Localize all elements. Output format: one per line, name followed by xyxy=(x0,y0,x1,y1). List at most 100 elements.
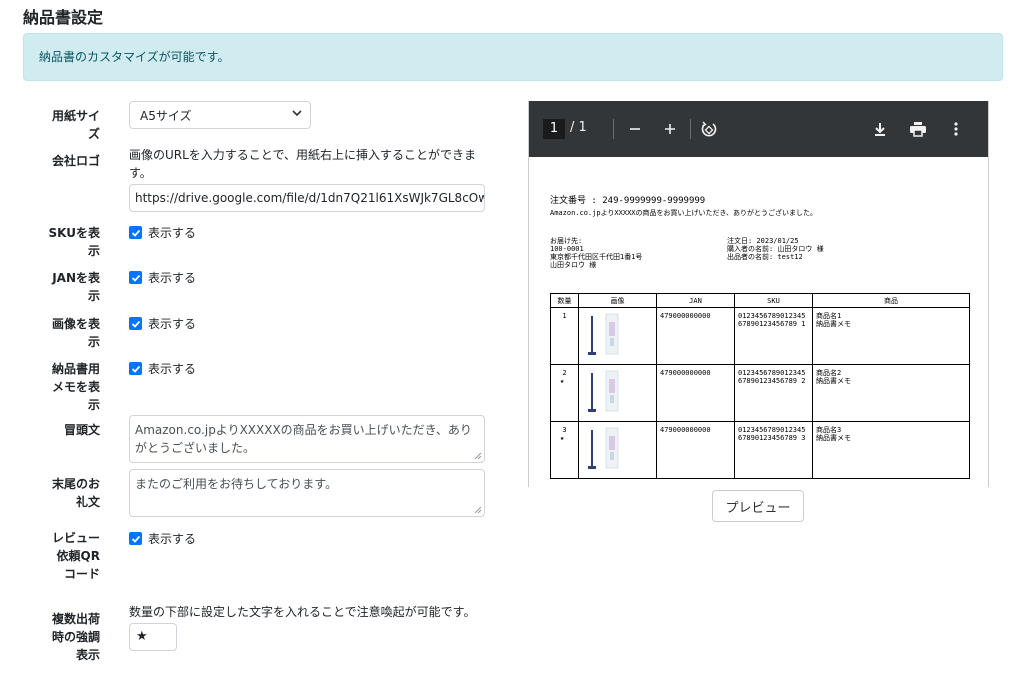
preview-button[interactable]: プレビュー xyxy=(712,490,804,522)
print-button[interactable] xyxy=(906,117,930,141)
order-info-block: 注文日: 2023/01/25 購入者の名前: 山田タロウ 様 出品者の名前: … xyxy=(727,237,824,261)
image-cell xyxy=(578,307,657,365)
jan-checkbox[interactable] xyxy=(129,271,142,284)
paper-size-value: A5サイズ xyxy=(140,109,192,123)
jan-cell: 479000000000 xyxy=(656,307,735,365)
print-icon xyxy=(910,122,926,137)
image-label: 画像を表示 xyxy=(51,317,100,349)
sku-label: SKUを表示 xyxy=(48,226,100,258)
rotate-icon xyxy=(701,121,717,137)
product-image xyxy=(588,370,619,412)
emphasis-mark: ★ xyxy=(560,377,565,385)
pdf-toolbar: 1 / 1 xyxy=(529,101,988,157)
order-info-line: 購入者の名前: 山田タロウ 様 xyxy=(727,245,824,253)
ship-to-line: お届け先: xyxy=(550,237,583,245)
ship-to-line: 山田タロウ 様 xyxy=(550,261,597,269)
paper-size-select[interactable]: A5サイズ xyxy=(129,101,311,129)
zoom-out-button[interactable] xyxy=(623,117,647,141)
table-header-row: 数量 画像 JAN SKU 商品 xyxy=(550,293,970,308)
page-number-input[interactable]: 1 xyxy=(543,119,565,139)
jan-cell: 479000000000 xyxy=(656,421,735,479)
zoom-in-button[interactable] xyxy=(658,117,682,141)
intro-text: Amazon.co.jpよりXXXXXの商品をお買い上げいただき、ありがとうござ… xyxy=(135,423,472,455)
image-checkbox[interactable] xyxy=(129,317,142,330)
order-info-line: 出品者の名前: test12 xyxy=(727,253,803,261)
order-info-line: 注文日: 2023/01/25 xyxy=(727,237,799,245)
column-header: SKU xyxy=(734,293,813,308)
image-cell xyxy=(578,364,657,422)
qty-cell: 3 ★ xyxy=(550,421,579,479)
more-options-button[interactable] xyxy=(944,117,968,141)
intro-label: 冒頭文 xyxy=(63,423,100,437)
column-header: 商品 xyxy=(812,293,970,308)
check-icon xyxy=(131,320,140,328)
closing-text: またのご利用をお待ちしております。 xyxy=(135,477,338,491)
qty-cell: 2 ★ xyxy=(550,364,579,422)
product-name: 商品名1 xyxy=(816,312,842,320)
memo-label: 納品書用メモを表示 xyxy=(51,362,100,412)
rotate-button[interactable] xyxy=(697,117,721,141)
closing-label: 末尾のお礼文 xyxy=(51,477,100,509)
info-alert: 納品書のカスタマイズが可能です。 xyxy=(23,33,1003,81)
alert-text: 納品書のカスタマイズが可能です。 xyxy=(39,50,230,64)
toolbar-divider xyxy=(613,119,614,139)
resize-grip-icon[interactable] xyxy=(474,452,482,460)
emphasis-help: 数量の下部に設定した文字を入れることで注意喚起が可能です。 xyxy=(129,605,476,619)
column-header: JAN xyxy=(656,293,735,308)
product-name: 商品名2 xyxy=(816,369,842,377)
page-title: 納品書設定 xyxy=(23,8,104,27)
items-table: 数量 画像 JAN SKU 商品 1 479000000000 0123456789… xyxy=(550,293,970,479)
download-button[interactable] xyxy=(868,117,892,141)
product-cell: 商品名3 納品書メモ xyxy=(812,421,970,479)
emphasis-label: 複数出荷時の強調表示 xyxy=(51,612,100,662)
review-qr-check-label: 表示する xyxy=(148,532,197,546)
qty-cell: 1 xyxy=(550,307,579,365)
column-header: 数量 xyxy=(550,293,579,308)
check-icon xyxy=(131,365,140,373)
product-cell: 商品名2 納品書メモ xyxy=(812,364,970,422)
jan-label: JANを表示 xyxy=(52,271,100,303)
memo-checkbox[interactable] xyxy=(129,362,142,375)
sku-cell: 012345678901234567890123456789 2 xyxy=(734,364,813,422)
table-row: 2 ★ 479000000000 01234567890123456789012345… xyxy=(550,364,970,422)
product-memo: 納品書メモ xyxy=(816,434,851,442)
jan-check-label: 表示する xyxy=(148,271,197,285)
product-image xyxy=(588,313,619,355)
check-icon xyxy=(131,274,140,282)
qty-value: 1 xyxy=(562,312,567,320)
logo-url-input[interactable]: https://drive.google.com/file/d/1dn7Q21l… xyxy=(129,184,485,212)
sku-checkbox[interactable] xyxy=(129,226,142,239)
resize-grip-icon[interactable] xyxy=(474,506,482,514)
column-header: 画像 xyxy=(578,293,657,308)
page-total: / 1 xyxy=(570,120,587,135)
product-cell: 商品名1 納品書メモ xyxy=(812,307,970,365)
ship-to-line: 100-0001 xyxy=(550,245,584,253)
qty-value: 2 xyxy=(562,369,567,377)
check-icon xyxy=(131,229,140,237)
more-vertical-icon xyxy=(954,122,958,136)
memo-check-label: 表示する xyxy=(148,362,197,376)
logo-help: 画像のURLを入力することで、用紙右上に挿入することができます。 xyxy=(129,148,476,180)
pdf-viewer: 1 / 1 注文番号 : 249-9999999-9999999 Amazon.… xyxy=(528,101,989,487)
intro-textarea[interactable]: Amazon.co.jpよりXXXXXの商品をお買い上げいただき、ありがとうござ… xyxy=(129,415,485,463)
product-memo: 納品書メモ xyxy=(816,377,851,385)
logo-label: 会社ロゴ xyxy=(51,154,100,168)
check-icon xyxy=(131,535,140,543)
product-image xyxy=(588,427,619,469)
order-number: 注文番号 : 249-9999999-9999999 xyxy=(550,196,706,206)
sku-cell: 012345678901234567890123456789 1 xyxy=(734,307,813,365)
table-row: 3 ★ 479000000000 01234567890123456789012345… xyxy=(550,421,970,479)
pdf-page: 注文番号 : 249-9999999-9999999 Amazon.co.jpよ… xyxy=(529,157,988,487)
ship-to-block: お届け先: 100-0001 東京都千代田区千代田1番1号 山田タロウ 様 xyxy=(550,237,642,269)
sku-cell: 012345678901234567890123456789 3 xyxy=(734,421,813,479)
review-qr-checkbox[interactable] xyxy=(129,532,142,545)
emphasis-input[interactable]: ★ xyxy=(129,623,177,651)
closing-textarea[interactable]: またのご利用をお待ちしております。 xyxy=(129,469,485,517)
sku-check-label: 表示する xyxy=(148,226,197,240)
toolbar-divider xyxy=(690,119,691,139)
zoom-in-icon xyxy=(665,124,675,134)
image-check-label: 表示する xyxy=(148,317,197,331)
chevron-down-icon xyxy=(292,110,302,117)
jan-cell: 479000000000 xyxy=(656,364,735,422)
qty-value: 3 xyxy=(562,426,567,434)
